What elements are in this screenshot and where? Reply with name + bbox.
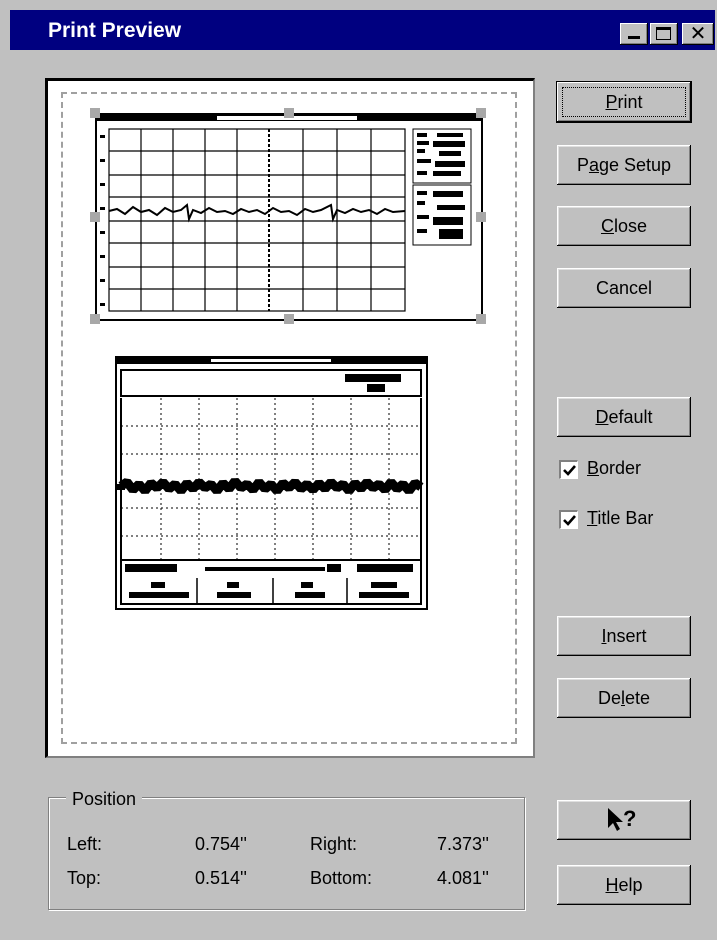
- whats-this-help-button[interactable]: ?: [557, 800, 691, 840]
- position-group-label: Position: [66, 789, 143, 810]
- page-setup-label: Page Setup: [576, 155, 672, 175]
- default-label: Default: [595, 407, 653, 427]
- selection-handle[interactable]: [90, 314, 100, 324]
- close-window-button[interactable]: ✕: [682, 21, 714, 45]
- title-bar-checkbox-box[interactable]: [559, 510, 578, 529]
- left-label: Left:: [67, 834, 103, 854]
- question-mark: ?: [623, 806, 636, 831]
- print-button[interactable]: Print: [557, 82, 691, 122]
- checkmark-icon: [563, 515, 576, 526]
- insert-label: Insert: [601, 626, 647, 646]
- delete-label: Delete: [597, 688, 651, 708]
- preview-graph-grid[interactable]: [95, 113, 483, 321]
- default-button[interactable]: Default: [557, 397, 691, 437]
- selection-handle[interactable]: [284, 314, 294, 324]
- top-value: 0.514'': [195, 868, 247, 888]
- minimize-button[interactable]: [620, 23, 648, 45]
- cancel-button[interactable]: Cancel: [557, 268, 691, 308]
- minimize-icon: [628, 36, 640, 39]
- delete-button[interactable]: Delete: [557, 678, 691, 718]
- selection-handle[interactable]: [284, 108, 294, 118]
- maximize-button[interactable]: [650, 23, 678, 45]
- bottom-value: 4.081'': [437, 868, 489, 888]
- window-title: Print Preview: [48, 19, 182, 42]
- arrow-question-icon: ?: [608, 806, 636, 831]
- graph-grid-drawing: [97, 115, 481, 312]
- maximize-icon: [656, 27, 671, 40]
- border-checkbox-box[interactable]: [559, 460, 578, 479]
- scope-screen-drawing: [117, 358, 426, 605]
- close-icon: ✕: [689, 21, 707, 45]
- help-label: Help: [605, 875, 643, 895]
- cancel-label: Cancel: [595, 278, 653, 298]
- right-label: Right:: [310, 834, 358, 854]
- help-button[interactable]: Help: [557, 865, 691, 905]
- insert-button[interactable]: Insert: [557, 616, 691, 656]
- selection-handle[interactable]: [476, 212, 486, 222]
- print-preview-window: Print Preview ✕ Print Page Setup Close C…: [0, 0, 717, 940]
- left-value: 0.754'': [195, 834, 247, 854]
- title-bar-checkbox-label: Title Bar: [587, 508, 654, 528]
- selection-handle[interactable]: [476, 314, 486, 324]
- page-setup-button[interactable]: Page Setup: [557, 145, 691, 185]
- border-checkbox-label: Border: [587, 458, 642, 478]
- checkmark-icon: [563, 465, 576, 476]
- preview-scope-screen[interactable]: [115, 356, 428, 610]
- selection-handle[interactable]: [90, 108, 100, 118]
- focus-rectangle: [562, 87, 686, 117]
- close-button[interactable]: Close: [557, 206, 691, 246]
- page-preview-area[interactable]: [45, 78, 535, 758]
- top-label: Top:: [67, 868, 102, 888]
- bottom-label: Bottom:: [310, 868, 373, 888]
- right-value: 7.373'': [437, 834, 489, 854]
- selection-handle[interactable]: [476, 108, 486, 118]
- close-label: Close: [600, 216, 648, 236]
- selection-handle[interactable]: [90, 212, 100, 222]
